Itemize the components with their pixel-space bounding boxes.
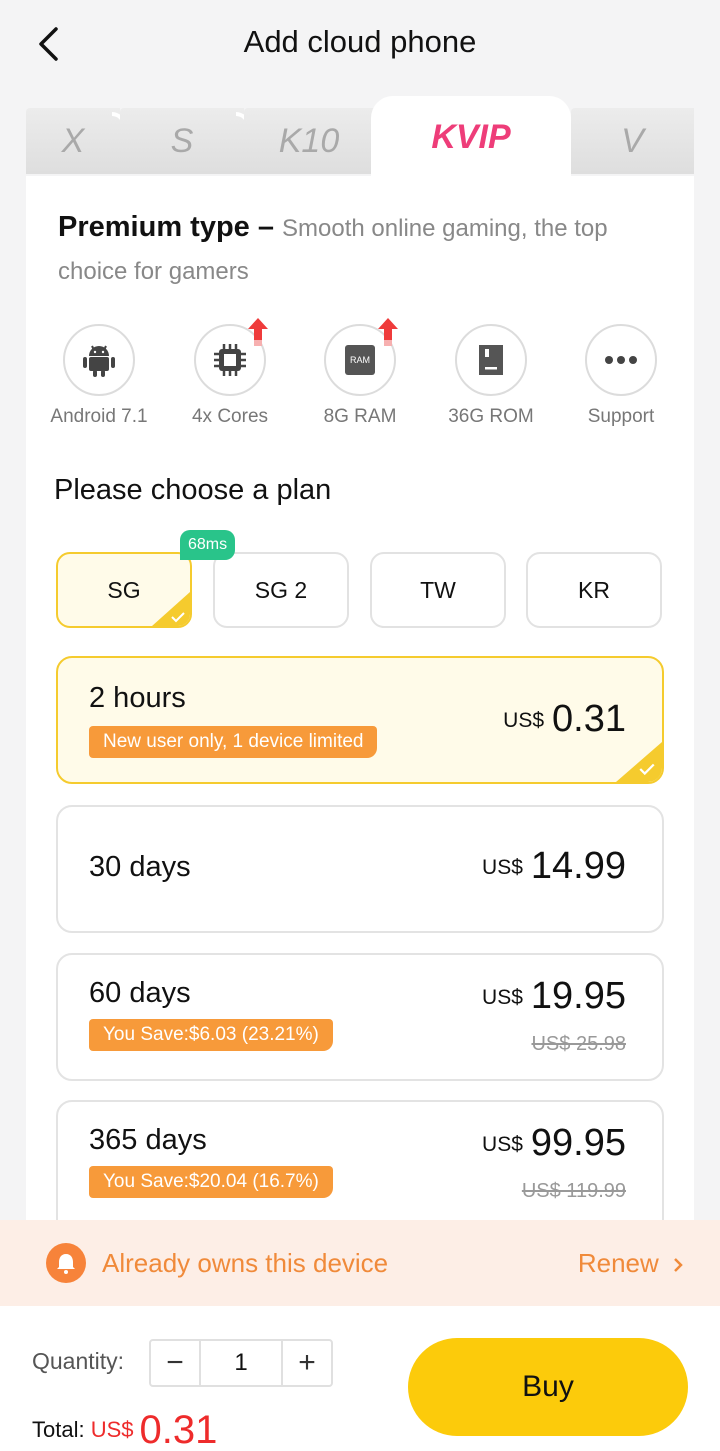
tab-k10[interactable]: K10	[244, 108, 374, 174]
price-amount: 19.95	[530, 975, 626, 1017]
region-sg2[interactable]: SG 2	[213, 552, 349, 628]
spec-android: Android 7.1	[34, 324, 164, 428]
plan-option-30-days[interactable]: 30 days US$ 14.99	[56, 805, 664, 933]
plan-option-365-days[interactable]: 365 days You Save:$20.04 (16.7%) US$ 99.9…	[56, 1100, 664, 1240]
spec-cores: 4x Cores	[165, 318, 295, 428]
spec-list: Android 7.1 4x Cores RAM 8G RAM 36G ROM …	[26, 318, 694, 444]
check-icon	[639, 763, 655, 776]
plan-price: US$ 14.99	[482, 845, 626, 888]
owns-device-bar[interactable]: Already owns this device Renew	[0, 1220, 720, 1306]
price-currency: US$	[482, 856, 523, 879]
more-icon	[605, 356, 637, 364]
plan-option-60-days[interactable]: 60 days You Save:$6.03 (23.21%) US$ 19.95…	[56, 953, 664, 1081]
quantity-label: Quantity:	[32, 1348, 125, 1374]
ram-icon: RAM	[345, 345, 375, 375]
region-label: KR	[578, 576, 610, 603]
price-currency: US$	[482, 986, 523, 1009]
renew-label: Renew	[577, 1248, 659, 1278]
spec-label: 36G ROM	[448, 406, 534, 427]
total-amount: 0.31	[139, 1408, 218, 1451]
spec-label: Android 7.1	[50, 406, 148, 427]
region-label: TW	[420, 576, 456, 603]
tab-x[interactable]: X	[26, 108, 126, 174]
owns-device-text: Already owns this device	[102, 1248, 389, 1278]
region-tw[interactable]: TW	[370, 552, 506, 628]
plan-tag: You Save:$20.04 (16.7%)	[89, 1166, 333, 1198]
price-currency: US$	[482, 1133, 523, 1156]
plus-icon: +	[298, 1346, 316, 1379]
region-label: SG	[107, 576, 141, 603]
plan-price: US$ 19.95	[482, 975, 626, 1018]
plan-duration: 365 days	[89, 1124, 207, 1156]
plan-price: US$ 99.95	[482, 1122, 626, 1165]
price-currency: US$	[503, 709, 545, 732]
region-kr[interactable]: KR	[526, 552, 662, 628]
premium-dash: –	[249, 211, 283, 243]
price-amount: 0.31	[552, 698, 626, 740]
upgrade-arrow-icon	[248, 318, 268, 346]
tab-label: KVIP	[431, 117, 511, 156]
plan-price: US$ 0.31	[503, 698, 626, 741]
original-price: US$ 119.99	[521, 1180, 626, 1202]
total-price: Total: US$ 0.31	[32, 1402, 217, 1451]
chevron-right-icon	[674, 1258, 683, 1273]
page-title: Add cloud phone	[243, 24, 477, 59]
increase-button[interactable]: +	[283, 1341, 331, 1385]
plan-tag: You Save:$6.03 (23.21%)	[89, 1019, 333, 1051]
region-selector: 68ms SG SG 2 TW KR	[56, 530, 666, 632]
android-icon	[83, 345, 115, 377]
plan-heading: Please choose a plan	[54, 474, 332, 506]
tab-label: K10	[278, 121, 340, 160]
plan-duration: 2 hours	[89, 682, 186, 714]
header: Add cloud phone	[0, 0, 720, 88]
cpu-icon	[214, 344, 246, 376]
bell-icon	[46, 1243, 86, 1283]
price-amount: 14.99	[530, 845, 626, 887]
original-price: US$ 25.98	[531, 1033, 626, 1055]
total-currency: US$	[90, 1417, 134, 1442]
region-label: SG 2	[254, 576, 308, 603]
spec-ram: RAM 8G RAM	[295, 318, 425, 428]
plan-duration: 30 days	[89, 851, 191, 883]
quantity-value[interactable]: 1	[199, 1341, 283, 1385]
renew-link[interactable]: Renew	[578, 1248, 684, 1279]
sd-card-icon	[479, 345, 503, 375]
spec-label: 8G RAM	[323, 406, 397, 427]
spec-label: Support	[587, 406, 655, 427]
spec-label: 4x Cores	[191, 406, 269, 427]
latency-badge: 68ms	[180, 530, 236, 560]
premium-description: Premium type – Smooth online gaming, the…	[58, 206, 668, 293]
tab-v[interactable]: V	[571, 108, 694, 174]
plan-card: Premium type – Smooth online gaming, the…	[26, 176, 694, 1276]
plan-duration: 60 days	[89, 977, 191, 1009]
buy-label: Buy	[522, 1370, 574, 1403]
device-tier-tabs: X S K10 KVIP V	[26, 96, 694, 178]
premium-type: Premium type	[58, 211, 250, 243]
tab-label: V	[621, 121, 644, 160]
purchase-bar: Quantity: − 1 + Total: US$ 0.31 Buy	[0, 1306, 720, 1451]
price-amount: 99.95	[530, 1122, 626, 1164]
upgrade-arrow-icon	[378, 318, 398, 346]
minus-icon: −	[166, 1346, 184, 1379]
decrease-button[interactable]: −	[151, 1341, 199, 1385]
plan-option-2-hours[interactable]: 2 hours New user only, 1 device limited …	[56, 656, 664, 784]
tab-label: X	[61, 121, 85, 160]
spec-support[interactable]: Support	[556, 324, 686, 428]
region-sg[interactable]: SG	[56, 552, 192, 628]
ram-icon-text: RAM	[350, 355, 370, 365]
spec-rom: 36G ROM	[426, 324, 556, 428]
tab-kvip[interactable]: KVIP	[371, 96, 571, 178]
buy-button[interactable]: Buy	[408, 1338, 688, 1436]
check-icon	[171, 612, 185, 623]
quantity-stepper: − 1 +	[149, 1339, 333, 1387]
plan-tag: New user only, 1 device limited	[89, 726, 378, 758]
tab-s[interactable]: S	[120, 108, 250, 174]
total-label: Total:	[32, 1417, 85, 1442]
tab-label: S	[170, 121, 194, 160]
